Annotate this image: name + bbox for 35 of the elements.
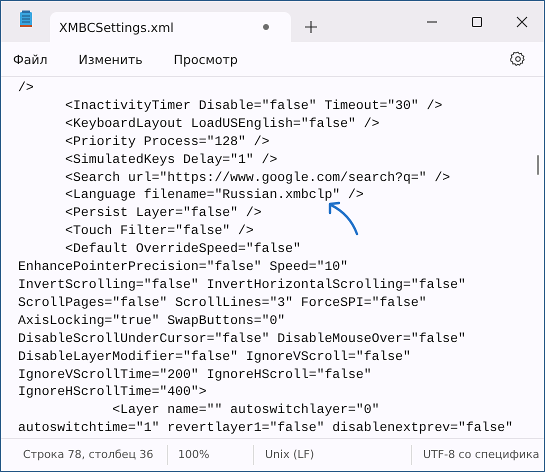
code-line: autoswitchtime="1" revertlayer1="false" disablenextprev="false": [18, 419, 514, 438]
menu-item[interactable]: Изменить: [78, 52, 143, 66]
settings-icon[interactable]: [510, 51, 526, 67]
document-tab[interactable]: XMBCSettings.xml: [50, 12, 291, 42]
menu-item[interactable]: Просмотр: [174, 52, 238, 66]
status-text: Строка 78, столбец 36: [22, 447, 154, 463]
code-line: InvertScrolling="false" InvertHorizontalScrolling="false": [18, 276, 466, 294]
code-line: IgnoreVScrollTime="200" IgnoreHScroll="false": [18, 366, 372, 384]
code-line: DisableLayerModifier="false" IgnoreVScroll="false": [18, 348, 411, 366]
code-line: <SimulatedKeys Delay="1" />: [64, 150, 278, 169]
code-line: <Language filename="Russian.xmbclp" />: [64, 186, 364, 204]
code-line: DisableScrollUnderCursor="false" DisableMouseOver="false": [18, 330, 466, 348]
code-line: EnhancePointerPrecision="false" Speed="10": [18, 258, 348, 276]
code-line: <Default OverrideSpeed="false": [64, 240, 301, 258]
menu-item[interactable]: Файл: [13, 52, 48, 66]
status-text: 100%: [167, 445, 253, 465]
code-line: IgnoreHScrollTime="400">: [18, 383, 207, 402]
close-icon: [516, 16, 528, 28]
arrow-annotation: [326, 200, 360, 236]
code-line: AxisLocking="true" SwapButtons="0": [18, 312, 286, 330]
code-line: <KeyboardLayout LoadUSEnglish="false" />: [64, 114, 380, 133]
code-line: <InactivityTimer Disable="false" Timeout="30" />: [64, 96, 442, 115]
status-text: Unix (LF): [253, 445, 411, 465]
scrollbar-thumb[interactable]: [537, 155, 539, 175]
code-line: <Search url="https://www.google.com/search?q=" />: [64, 168, 450, 186]
code-line: <Priority Process="128" />: [64, 132, 270, 151]
code-line: />: [18, 79, 34, 97]
code-line: <Touch Filter="false" />: [64, 222, 254, 240]
notepad-icon: [19, 10, 33, 28]
maximize-icon: [470, 16, 482, 28]
code-line: <Persist Layer="false" />: [64, 204, 262, 222]
status-text: UTF-8 со специфика: [411, 445, 540, 465]
plus-icon: [305, 21, 317, 33]
code-line: ScrollPages="false" ScrollLines="3" ForceSPI="false": [18, 294, 427, 312]
code-line: <Layer name="" autoswitchlayer="0": [111, 401, 380, 420]
